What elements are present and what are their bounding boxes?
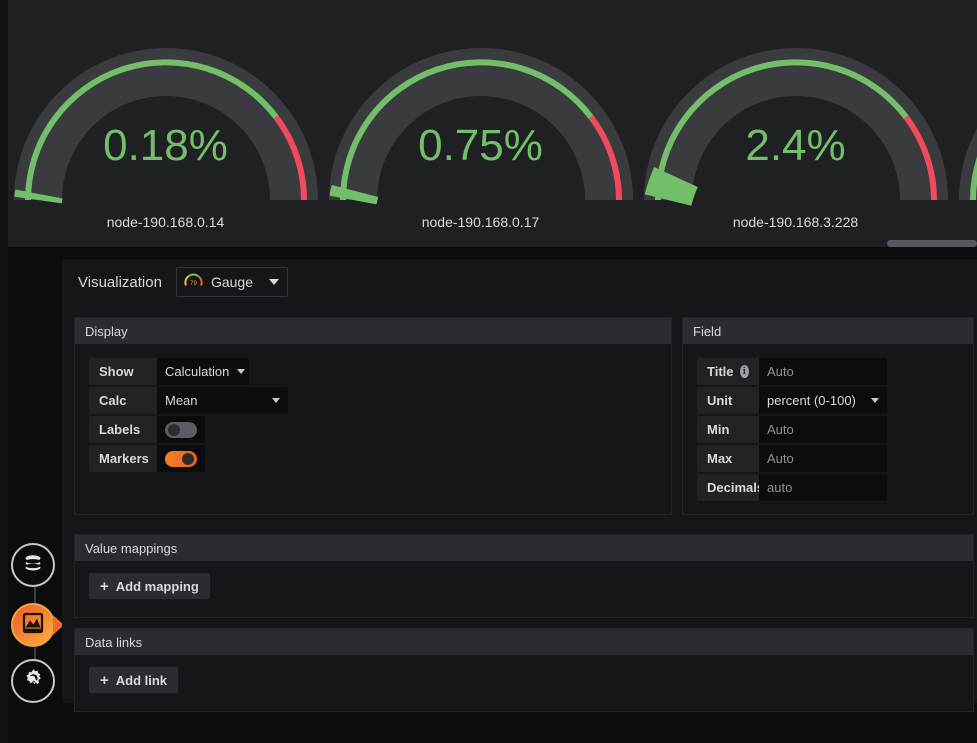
show-value: Calculation bbox=[165, 364, 230, 379]
visualization-picker[interactable]: 79 Gauge bbox=[175, 267, 288, 297]
database-icon bbox=[22, 552, 44, 579]
gauge-graphic: 0.75% bbox=[323, 0, 638, 206]
min-input[interactable]: Auto bbox=[759, 416, 887, 443]
max-label: Max bbox=[697, 445, 759, 472]
unit-select[interactable]: percent (0-100) bbox=[759, 387, 887, 414]
decimals-input[interactable]: auto bbox=[759, 474, 887, 501]
grafana-panel-editor: 0.18% node-190.168.0.14 0.75% node-190.1… bbox=[0, 0, 977, 743]
field-section-title: Field bbox=[683, 318, 973, 344]
gauge-value: 2.4% bbox=[745, 121, 846, 170]
add-mapping-button[interactable]: + Add mapping bbox=[89, 573, 210, 599]
markers-label: Markers bbox=[89, 445, 157, 472]
min-label: Min bbox=[697, 416, 759, 443]
data-links-body: + Add link bbox=[75, 655, 973, 711]
visualization-icon bbox=[21, 611, 45, 640]
gauge-value: 0.18% bbox=[103, 121, 228, 170]
value-mappings-body: + Add mapping bbox=[75, 561, 973, 617]
options-columns: Display Show Calculation Calc Mean Label… bbox=[74, 317, 974, 515]
chevron-down-icon bbox=[269, 279, 279, 285]
show-row: Show Calculation bbox=[89, 358, 659, 385]
field-section: Field Title i Auto Unit percent (0-100) … bbox=[682, 317, 974, 515]
options-stack: Value mappings + Add mapping Data links … bbox=[74, 534, 974, 722]
left-edge-rail bbox=[0, 0, 8, 743]
gauge-label: node-190.168.0.14 bbox=[106, 214, 225, 230]
gauge-graphic: 2.4% bbox=[638, 0, 953, 206]
display-section-title: Display bbox=[75, 318, 671, 344]
chevron-down-icon bbox=[272, 398, 280, 403]
gauge-graphic: 0.18% bbox=[8, 0, 323, 206]
calc-row: Calc Mean bbox=[89, 387, 659, 414]
title-label-cell: Title i bbox=[697, 358, 759, 385]
data-links-title: Data links bbox=[75, 629, 973, 655]
decimals-placeholder: auto bbox=[767, 480, 793, 495]
max-input[interactable]: Auto bbox=[759, 445, 887, 472]
plus-icon: + bbox=[100, 577, 109, 595]
min-row: Min Auto bbox=[697, 416, 961, 443]
add-mapping-label: Add mapping bbox=[115, 578, 199, 594]
markers-toggle-cell[interactable] bbox=[157, 445, 205, 472]
gauge-graphic bbox=[953, 0, 977, 206]
toggle-knob bbox=[182, 452, 194, 465]
display-section: Display Show Calculation Calc Mean Label… bbox=[74, 317, 672, 515]
labels-toggle-cell[interactable] bbox=[157, 416, 205, 443]
markers-toggle[interactable] bbox=[165, 450, 197, 467]
min-placeholder: Auto bbox=[767, 422, 794, 437]
chevron-down-icon bbox=[237, 369, 246, 374]
plus-icon: + bbox=[100, 671, 109, 689]
markers-row: Markers bbox=[89, 445, 659, 472]
gear-wrench-icon bbox=[22, 667, 45, 695]
labels-row: Labels bbox=[89, 416, 659, 443]
gauge-item-partial[interactable] bbox=[953, 0, 977, 240]
gauge-value: 0.75% bbox=[418, 121, 543, 170]
gauge-visualization-panel: 0.18% node-190.168.0.14 0.75% node-190.1… bbox=[8, 0, 977, 247]
visualization-row: Visualization 79 Gauge bbox=[62, 259, 977, 305]
labels-toggle[interactable] bbox=[165, 421, 197, 438]
gauge-item[interactable]: 0.18% node-190.168.0.14 bbox=[8, 0, 323, 240]
calc-label: Calc bbox=[89, 387, 157, 414]
calc-value: Mean bbox=[165, 393, 198, 408]
decimals-label: Decimals bbox=[697, 474, 764, 501]
visualization-name: Gauge bbox=[210, 274, 253, 290]
show-select[interactable]: Calculation bbox=[157, 358, 249, 385]
decimals-row: Decimals auto bbox=[697, 474, 961, 501]
add-link-button[interactable]: + Add link bbox=[89, 667, 179, 693]
info-icon[interactable]: i bbox=[739, 365, 749, 378]
value-mappings-title: Value mappings bbox=[75, 535, 973, 561]
show-label: Show bbox=[89, 358, 157, 385]
add-link-label: Add link bbox=[115, 672, 168, 688]
gauge-row: 0.18% node-190.168.0.14 0.75% node-190.1… bbox=[8, 0, 977, 240]
gauge-item[interactable]: 0.75% node-190.168.0.17 bbox=[323, 0, 638, 240]
calc-select[interactable]: Mean bbox=[157, 387, 288, 414]
visualization-label: Visualization bbox=[78, 273, 162, 291]
title-placeholder: Auto bbox=[767, 364, 794, 379]
horizontal-scrollbar[interactable] bbox=[887, 240, 977, 247]
value-mappings-section: Value mappings + Add mapping bbox=[74, 534, 974, 618]
labels-label: Labels bbox=[89, 416, 157, 443]
gauge-item[interactable]: 2.4% node-190.168.3.228 bbox=[638, 0, 953, 240]
panel-options-pane: Visualization 79 Gauge Display Show Calc… bbox=[62, 259, 977, 712]
svg-text:79: 79 bbox=[190, 281, 197, 287]
sidebar-item-general-settings[interactable] bbox=[11, 659, 55, 703]
display-section-body: Show Calculation Calc Mean Labels Marker… bbox=[75, 344, 671, 514]
gauge-icon: 79 bbox=[184, 272, 203, 293]
max-placeholder: Auto bbox=[767, 451, 794, 466]
gauge-label: node-190.168.3.228 bbox=[732, 214, 859, 230]
editor-tab-rail bbox=[8, 247, 64, 743]
unit-row: Unit percent (0-100) bbox=[697, 387, 961, 414]
title-row: Title i Auto bbox=[697, 358, 961, 385]
unit-label: Unit bbox=[697, 387, 759, 414]
title-label: Title bbox=[707, 364, 734, 379]
gauge-label: node-190.168.0.17 bbox=[421, 214, 540, 230]
sidebar-item-visualization[interactable] bbox=[11, 603, 64, 647]
data-links-section: Data links + Add link bbox=[74, 628, 974, 712]
title-input[interactable]: Auto bbox=[759, 358, 887, 385]
gauge-scroll-track bbox=[16, 239, 977, 247]
unit-value: percent (0-100) bbox=[767, 393, 856, 408]
max-row: Max Auto bbox=[697, 445, 961, 472]
toggle-knob bbox=[168, 423, 180, 436]
sidebar-item-queries[interactable] bbox=[11, 543, 55, 587]
field-section-body: Title i Auto Unit percent (0-100) Min Au… bbox=[683, 344, 973, 514]
chevron-down-icon bbox=[871, 398, 879, 403]
